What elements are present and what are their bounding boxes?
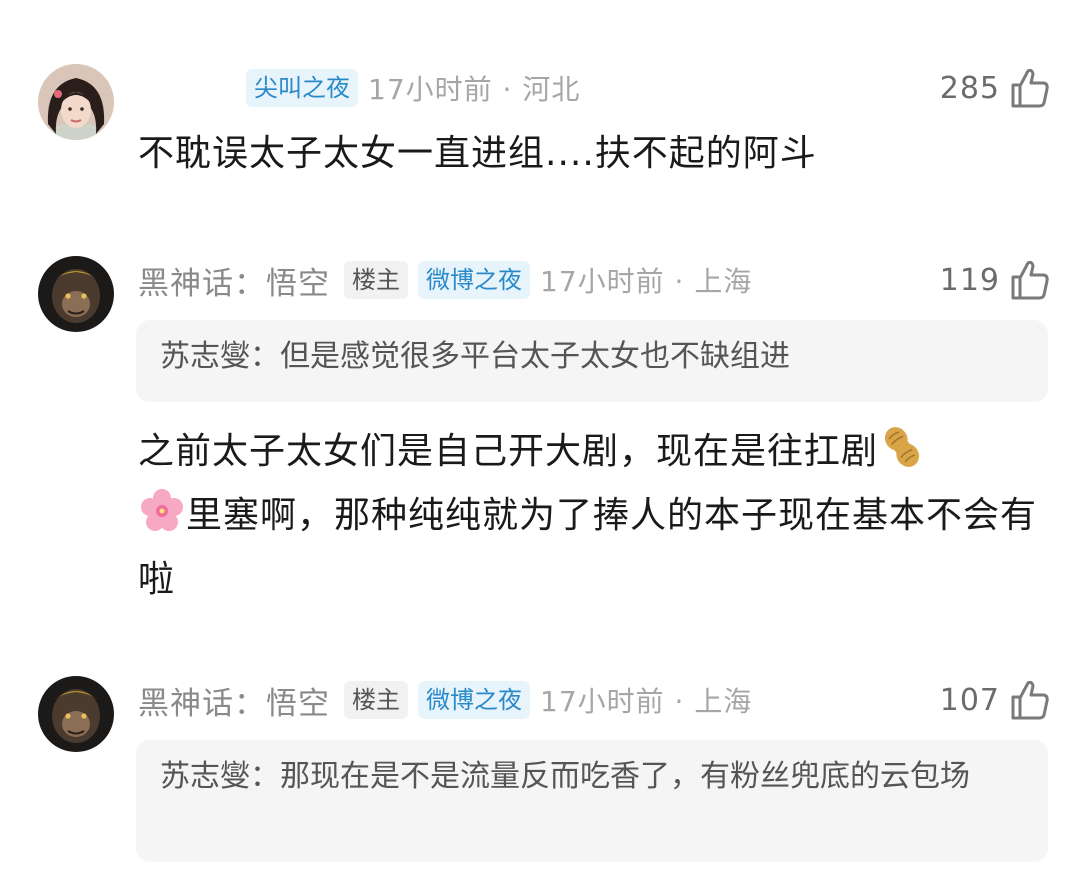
comment-meta: 黑神话：悟空 楼主 微博之夜 17小时前 · 上海 <box>138 678 752 722</box>
event-badge[interactable]: 微博之夜 <box>418 681 530 719</box>
quoted-reply[interactable]: 苏志燮：但是感觉很多平台太子太女也不缺组进 <box>136 320 1048 402</box>
separator-dot: · <box>674 265 685 298</box>
like-button[interactable]: 119 <box>940 258 1050 302</box>
quoted-reply[interactable]: 苏志燮：那现在是不是流量反而吃香了，有粉丝兜底的云包场 <box>136 740 1048 862</box>
owner-badge: 楼主 <box>344 261 408 299</box>
user-avatar[interactable] <box>38 676 114 752</box>
like-count: 285 <box>939 70 1000 106</box>
username[interactable]: 黑神话：悟空 <box>138 678 330 723</box>
cherry-blossom-emoji <box>138 487 186 535</box>
peanut-emoji <box>878 423 926 471</box>
thumbs-up-icon[interactable] <box>1010 679 1050 721</box>
username[interactable]: 黑神话：悟空 <box>138 258 330 303</box>
user-avatar[interactable] <box>38 64 114 140</box>
timestamp: 17小时前 <box>540 265 665 298</box>
quoted-username[interactable]: 苏志燮： <box>160 759 280 794</box>
thumbs-up-icon[interactable] <box>1010 259 1050 301</box>
quoted-text: 但是感觉很多平台太子太女也不缺组进 <box>280 339 790 374</box>
time-location: 17小时前 · 上海 <box>540 260 752 300</box>
comment-text-part-1: 之前太子太女们是自己开大剧，现在是往扛剧 <box>138 431 879 472</box>
separator-dot: · <box>674 685 685 718</box>
like-button[interactable]: 285 <box>940 66 1050 110</box>
comment-text: 之前太子太女们是自己开大剧，现在是往扛剧 里塞啊，那种纯纯就为了捧人的本子现在基… <box>138 420 1048 612</box>
like-button[interactable]: 107 <box>940 678 1050 722</box>
time-location: 17小时前 · 河北 <box>368 68 580 108</box>
location: 上海 <box>694 265 753 298</box>
comment-meta: 尖叫之夜 17小时前 · 河北 <box>138 66 580 110</box>
event-badge[interactable]: 尖叫之夜 <box>246 69 358 107</box>
owner-badge: 楼主 <box>344 681 408 719</box>
comment-meta: 黑神话：悟空 楼主 微博之夜 17小时前 · 上海 <box>138 258 752 302</box>
avatar-girl-image <box>38 64 114 140</box>
like-count: 119 <box>939 262 1000 298</box>
like-count: 107 <box>939 682 1000 718</box>
event-badge[interactable]: 微博之夜 <box>418 261 530 299</box>
location: 河北 <box>522 73 581 106</box>
time-location: 17小时前 · 上海 <box>540 680 752 720</box>
comment-text: 不耽误太子太女一直进组....扶不起的阿斗 <box>138 133 817 174</box>
quoted-username[interactable]: 苏志燮： <box>160 339 280 374</box>
timestamp: 17小时前 <box>368 73 493 106</box>
location: 上海 <box>694 685 753 718</box>
avatar-wukong-image <box>38 256 114 332</box>
separator-dot: · <box>502 73 513 106</box>
timestamp: 17小时前 <box>540 685 665 718</box>
avatar-wukong-image <box>38 676 114 752</box>
thumbs-up-icon[interactable] <box>1010 67 1050 109</box>
comment-text-part-2: 里塞啊，那种纯纯就为了捧人的本子现在基本不会有啦 <box>138 495 1038 600</box>
user-avatar[interactable] <box>38 256 114 332</box>
quoted-text: 那现在是不是流量反而吃香了，有粉丝兜底的云包场 <box>280 759 970 794</box>
